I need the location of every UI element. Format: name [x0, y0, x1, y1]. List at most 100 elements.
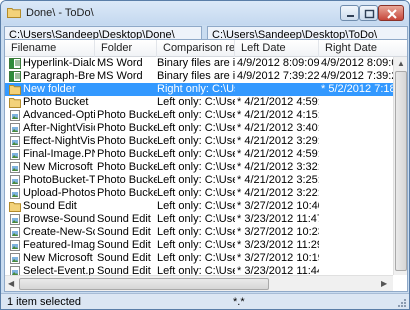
folder-cell [97, 96, 157, 109]
right-date-cell [321, 161, 393, 174]
folder-cell: Photo Bucket [97, 174, 157, 186]
table-row[interactable]: New Microsoft ...Photo BucketLeft only: … [5, 161, 393, 174]
image-file-icon [9, 253, 21, 264]
comparison-result-cell: Left only: C:\User... [157, 122, 235, 134]
right-date-cell [321, 174, 393, 187]
column-header-right-date[interactable]: Right Date [319, 40, 395, 57]
close-button[interactable] [378, 5, 404, 21]
minimize-icon [347, 15, 354, 17]
right-date-cell [321, 96, 393, 109]
left-date-cell: * 3/27/2012 10:19:5... [237, 252, 319, 264]
table-row[interactable]: Select-Event.pngSound Edit Left only: C:\… [5, 265, 393, 275]
comparison-result-cell: Right only: C:\Use... [157, 83, 235, 95]
folder-icon [9, 84, 21, 95]
horizontal-scrollbar[interactable]: ◀ ▶ [5, 275, 393, 291]
list-rows: Hyperlink-Dialo...MS Word Binary files ar… [5, 57, 393, 275]
table-row[interactable]: Final-Image.PNGPhoto BucketLeft only: C:… [5, 148, 393, 161]
comparison-result-cell: Left only: C:\User... [157, 187, 235, 199]
column-header-folder[interactable]: Folder [95, 40, 157, 57]
table-row[interactable]: Advanced-Optio...Photo BucketLeft only: … [5, 109, 393, 122]
scroll-up-icon[interactable]: ▲ [397, 59, 405, 69]
image-file-icon [9, 149, 21, 160]
comparison-result-cell: Left only: C:\User... [157, 135, 235, 147]
folder-cell: Photo Bucket [97, 135, 157, 147]
filename-cell: New Microsoft ... [23, 161, 95, 173]
folder-cell: Photo Bucket [97, 122, 157, 134]
word-doc-icon [9, 71, 21, 82]
folder-cell [97, 83, 157, 96]
title-bar[interactable]: Done\ - ToDo\ [1, 1, 409, 25]
table-row[interactable]: Create-New-Sch...Sound Edit Left only: C:… [5, 226, 393, 239]
table-row[interactable]: Paragraph-Break...MS Word Binary files ar… [5, 70, 393, 83]
left-date-cell [237, 83, 319, 96]
left-date-cell: 4/9/2012 7:39:22 PM [237, 70, 319, 82]
left-date-cell: * 3/23/2012 11:44:0... [237, 265, 319, 275]
table-row[interactable]: Hyperlink-Dialo...MS Word Binary files ar… [5, 57, 393, 70]
image-file-icon [9, 227, 21, 238]
list-header: Filename Folder Comparison result Left D… [5, 40, 407, 57]
comparison-list[interactable]: Filename Folder Comparison result Left D… [4, 39, 408, 292]
right-date-cell [321, 252, 393, 265]
folder-cell: Photo Bucket [97, 109, 157, 121]
filename-cell: Browse-Sound.p... [23, 213, 95, 225]
folder-cell: Sound Edit [97, 213, 151, 225]
folder-compare-icon [7, 6, 21, 18]
image-file-icon [9, 110, 21, 121]
filename-cell: PhotoBucket-To... [23, 174, 95, 186]
table-row[interactable]: After-NightVisio...Photo BucketLeft only… [5, 122, 393, 135]
table-row[interactable]: Effect-NightVisi...Photo BucketLeft only… [5, 135, 393, 148]
column-header-comparison-result[interactable]: Comparison result [157, 40, 235, 57]
left-date-cell: * 4/21/2012 3:40:36 ... [237, 122, 319, 134]
right-date-cell [321, 239, 393, 252]
right-date-cell [321, 122, 393, 135]
comparison-result-cell: Left only: C:\User... [157, 161, 235, 173]
comparison-result-cell: Left only: C:\User... [157, 96, 235, 108]
column-header-filename[interactable]: Filename [5, 40, 95, 57]
filename-cell: Effect-NightVisi... [23, 135, 95, 147]
minimize-button[interactable] [340, 5, 359, 21]
right-date-cell: * 5/2/2012 7:18:0... [321, 83, 393, 95]
word-doc-icon [9, 58, 21, 69]
table-row[interactable]: Photo Bucket Left only: C:\User...* 4/21/… [5, 96, 393, 109]
table-row[interactable]: New Microsoft ...Sound Edit Left only: C:… [5, 252, 393, 265]
table-row[interactable]: PhotoBucket-To...Photo BucketLeft only: … [5, 174, 393, 187]
image-file-icon [9, 266, 21, 275]
scroll-left-icon[interactable]: ◀ [8, 279, 14, 289]
table-row[interactable]: New folder Right only: C:\Use... * 5/2/201… [5, 83, 393, 96]
vertical-scrollbar[interactable]: ▲ [393, 57, 407, 275]
table-row[interactable]: Sound Edit Left only: C:\User...* 3/27/20… [5, 200, 393, 213]
folder-icon [9, 97, 21, 108]
image-file-icon [9, 162, 21, 173]
folder-cell: Sound Edit [97, 239, 151, 251]
table-row[interactable]: Browse-Sound.p...Sound Edit Left only: C:… [5, 213, 393, 226]
image-file-icon [9, 123, 21, 134]
resize-grip-icon[interactable] [397, 298, 407, 308]
right-date-cell [321, 213, 393, 226]
left-date-cell: * 3/23/2012 11:47:0... [237, 213, 319, 225]
image-file-icon [9, 214, 21, 225]
filename-cell: Select-Event.png [23, 265, 95, 275]
folder-cell: Photo Bucket [97, 148, 157, 160]
scroll-right-icon[interactable]: ▶ [381, 279, 387, 289]
right-date-cell: 4/9/2012 7:39:22 PM [321, 70, 393, 82]
left-date-cell: 4/9/2012 8:09:09 PM [237, 57, 319, 69]
compare-window: Done\ - ToDo\ C:\Users\Sandeep\Desktop\D… [0, 0, 410, 310]
folder-cell: Photo Bucket [97, 161, 157, 173]
left-date-cell: * 4/21/2012 4:59:19 ... [237, 96, 319, 108]
left-date-cell: * 4/21/2012 3:32:20 ... [237, 161, 319, 173]
column-header-left-date[interactable]: Left Date [235, 40, 319, 57]
table-row[interactable]: Upload-Photos....Photo BucketLeft only: … [5, 187, 393, 200]
left-date-cell: * 4/21/2012 4:59:18 ... [237, 148, 319, 160]
left-date-cell: * 3/27/2012 10:23:0... [237, 226, 319, 238]
horizontal-scroll-thumb[interactable] [19, 278, 269, 290]
maximize-button[interactable] [359, 5, 378, 21]
left-date-cell: * 4/21/2012 3:29:05 ... [237, 135, 319, 147]
comparison-result-cell: Left only: C:\User... [157, 239, 235, 251]
maximize-icon [364, 9, 375, 19]
table-row[interactable]: Featured-Image....Sound Edit Left only: C… [5, 239, 393, 252]
image-file-icon [9, 175, 21, 186]
vertical-scroll-thumb[interactable] [395, 71, 407, 271]
folder-icon [9, 201, 21, 212]
image-file-icon [9, 240, 21, 251]
comparison-result-cell: Left only: C:\User... [157, 226, 235, 238]
